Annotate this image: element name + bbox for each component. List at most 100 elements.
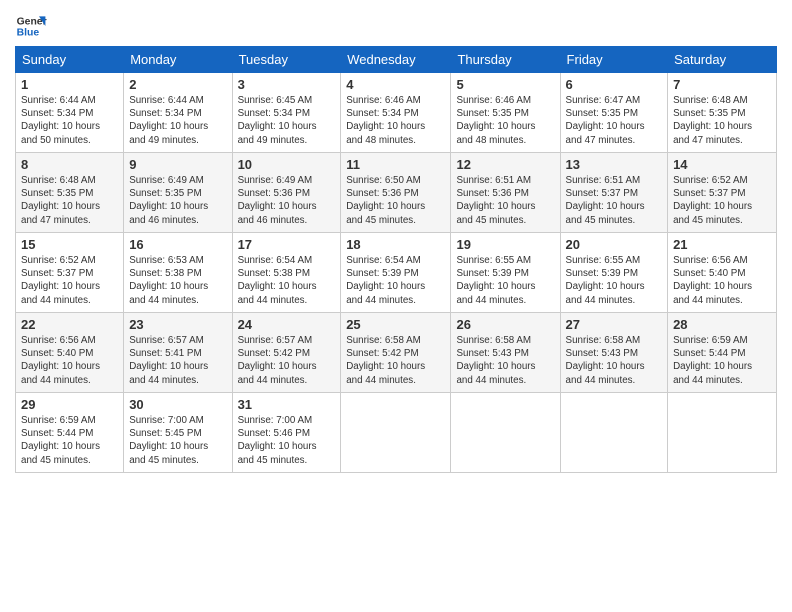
day-number: 2 — [129, 77, 226, 92]
day-number: 12 — [456, 157, 554, 172]
day-number: 15 — [21, 237, 118, 252]
day-info: Sunrise: 6:59 AM Sunset: 5:44 PM Dayligh… — [21, 414, 118, 467]
day-info: Sunrise: 6:55 AM Sunset: 5:39 PM Dayligh… — [456, 254, 554, 307]
calendar-day-cell — [668, 393, 777, 473]
calendar-day-cell: 31 Sunrise: 7:00 AM Sunset: 5:46 PM Dayli… — [232, 393, 341, 473]
day-number: 26 — [456, 317, 554, 332]
calendar-day-cell: 29Sunrise: 6:59 AM Sunset: 5:44 PM Dayli… — [16, 393, 124, 473]
day-number: 11 — [346, 157, 445, 172]
day-number: 24 — [238, 317, 336, 332]
day-number: 25 — [346, 317, 445, 332]
calendar-day-cell: 25 Sunrise: 6:58 AM Sunset: 5:42 PM Dayli… — [341, 313, 451, 393]
day-number: 23 — [129, 317, 226, 332]
calendar-day-cell: 1Sunrise: 6:44 AM Sunset: 5:34 PM Daylig… — [16, 73, 124, 153]
calendar-header-cell: Thursday — [451, 47, 560, 73]
calendar-day-cell: 10 Sunrise: 6:49 AM Sunset: 5:36 PM Dayli… — [232, 153, 341, 233]
day-info: Sunrise: 6:54 AM Sunset: 5:38 PM Dayligh… — [238, 254, 336, 307]
day-number: 30 — [129, 397, 226, 412]
calendar-week-row: 15 Sunrise: 6:52 AM Sunset: 5:37 PM Dayli… — [16, 233, 777, 313]
calendar-day-cell: 9 Sunrise: 6:49 AM Sunset: 5:35 PM Daylig… — [124, 153, 232, 233]
day-info: Sunrise: 6:46 AM Sunset: 5:34 PM Dayligh… — [346, 94, 445, 147]
calendar-week-row: 22 Sunrise: 6:56 AM Sunset: 5:40 PM Dayli… — [16, 313, 777, 393]
day-info: Sunrise: 6:49 AM Sunset: 5:36 PM Dayligh… — [238, 174, 336, 227]
day-info: Sunrise: 6:56 AM Sunset: 5:40 PM Dayligh… — [21, 334, 118, 387]
calendar-day-cell: 19 Sunrise: 6:55 AM Sunset: 5:39 PM Dayli… — [451, 233, 560, 313]
day-number: 4 — [346, 77, 445, 92]
day-info: Sunrise: 6:58 AM Sunset: 5:43 PM Dayligh… — [566, 334, 663, 387]
calendar-day-cell: 17Sunrise: 6:54 AM Sunset: 5:38 PM Dayli… — [232, 233, 341, 313]
calendar-day-cell: 5 Sunrise: 6:46 AM Sunset: 5:35 PM Daylig… — [451, 73, 560, 153]
calendar-day-cell: 28 Sunrise: 6:59 AM Sunset: 5:44 PM Dayli… — [668, 313, 777, 393]
calendar-week-row: 29Sunrise: 6:59 AM Sunset: 5:44 PM Dayli… — [16, 393, 777, 473]
day-number: 10 — [238, 157, 336, 172]
calendar-day-cell: 8 Sunrise: 6:48 AM Sunset: 5:35 PM Daylig… — [16, 153, 124, 233]
calendar-day-cell: 27 Sunrise: 6:58 AM Sunset: 5:43 PM Dayli… — [560, 313, 668, 393]
calendar-header-cell: Wednesday — [341, 47, 451, 73]
day-number: 22 — [21, 317, 118, 332]
day-number: 16 — [129, 237, 226, 252]
day-info: Sunrise: 6:47 AM Sunset: 5:35 PM Dayligh… — [566, 94, 663, 147]
calendar-day-cell: 15 Sunrise: 6:52 AM Sunset: 5:37 PM Dayli… — [16, 233, 124, 313]
day-number: 18 — [346, 237, 445, 252]
day-number: 5 — [456, 77, 554, 92]
calendar-day-cell: 3Sunrise: 6:45 AM Sunset: 5:34 PM Daylig… — [232, 73, 341, 153]
calendar-day-cell: 13Sunrise: 6:51 AM Sunset: 5:37 PM Dayli… — [560, 153, 668, 233]
day-info: Sunrise: 6:57 AM Sunset: 5:42 PM Dayligh… — [238, 334, 336, 387]
calendar-day-cell: 14Sunrise: 6:52 AM Sunset: 5:37 PM Dayli… — [668, 153, 777, 233]
page-container: General Blue SundayMondayTuesdayWednesda… — [0, 0, 792, 478]
day-info: Sunrise: 7:00 AM Sunset: 5:45 PM Dayligh… — [129, 414, 226, 467]
day-info: Sunrise: 6:48 AM Sunset: 5:35 PM Dayligh… — [21, 174, 118, 227]
day-info: Sunrise: 6:52 AM Sunset: 5:37 PM Dayligh… — [21, 254, 118, 307]
header: General Blue — [15, 10, 777, 42]
calendar-day-cell: 24 Sunrise: 6:57 AM Sunset: 5:42 PM Dayli… — [232, 313, 341, 393]
day-info: Sunrise: 6:57 AM Sunset: 5:41 PM Dayligh… — [129, 334, 226, 387]
day-info: Sunrise: 6:55 AM Sunset: 5:39 PM Dayligh… — [566, 254, 663, 307]
calendar-header-cell: Monday — [124, 47, 232, 73]
day-info: Sunrise: 6:59 AM Sunset: 5:44 PM Dayligh… — [673, 334, 771, 387]
day-info: Sunrise: 6:53 AM Sunset: 5:38 PM Dayligh… — [129, 254, 226, 307]
calendar-week-row: 8 Sunrise: 6:48 AM Sunset: 5:35 PM Daylig… — [16, 153, 777, 233]
day-number: 28 — [673, 317, 771, 332]
day-info: Sunrise: 6:49 AM Sunset: 5:35 PM Dayligh… — [129, 174, 226, 227]
day-info: Sunrise: 6:52 AM Sunset: 5:37 PM Dayligh… — [673, 174, 771, 227]
day-number: 21 — [673, 237, 771, 252]
day-info: Sunrise: 6:46 AM Sunset: 5:35 PM Dayligh… — [456, 94, 554, 147]
calendar-day-cell: 21 Sunrise: 6:56 AM Sunset: 5:40 PM Dayli… — [668, 233, 777, 313]
calendar-day-cell: 4 Sunrise: 6:46 AM Sunset: 5:34 PM Daylig… — [341, 73, 451, 153]
calendar-day-cell: 18 Sunrise: 6:54 AM Sunset: 5:39 PM Dayli… — [341, 233, 451, 313]
day-info: Sunrise: 6:50 AM Sunset: 5:36 PM Dayligh… — [346, 174, 445, 227]
calendar-day-cell — [451, 393, 560, 473]
calendar-table: SundayMondayTuesdayWednesdayThursdayFrid… — [15, 46, 777, 473]
day-number: 9 — [129, 157, 226, 172]
calendar-day-cell: 30 Sunrise: 7:00 AM Sunset: 5:45 PM Dayli… — [124, 393, 232, 473]
day-number: 8 — [21, 157, 118, 172]
day-number: 6 — [566, 77, 663, 92]
day-number: 20 — [566, 237, 663, 252]
day-number: 19 — [456, 237, 554, 252]
day-number: 27 — [566, 317, 663, 332]
day-info: Sunrise: 6:56 AM Sunset: 5:40 PM Dayligh… — [673, 254, 771, 307]
calendar-day-cell — [560, 393, 668, 473]
calendar-day-cell: 7Sunrise: 6:48 AM Sunset: 5:35 PM Daylig… — [668, 73, 777, 153]
day-info: Sunrise: 6:58 AM Sunset: 5:42 PM Dayligh… — [346, 334, 445, 387]
calendar-day-cell: 23 Sunrise: 6:57 AM Sunset: 5:41 PM Dayli… — [124, 313, 232, 393]
calendar-header-cell: Saturday — [668, 47, 777, 73]
day-info: Sunrise: 6:44 AM Sunset: 5:34 PM Dayligh… — [129, 94, 226, 147]
day-info: Sunrise: 6:44 AM Sunset: 5:34 PM Dayligh… — [21, 94, 118, 147]
day-info: Sunrise: 6:51 AM Sunset: 5:37 PM Dayligh… — [566, 174, 663, 227]
calendar-header-cell: Sunday — [16, 47, 124, 73]
day-info: Sunrise: 6:51 AM Sunset: 5:36 PM Dayligh… — [456, 174, 554, 227]
calendar-header-cell: Tuesday — [232, 47, 341, 73]
day-info: Sunrise: 7:00 AM Sunset: 5:46 PM Dayligh… — [238, 414, 336, 467]
calendar-header-cell: Friday — [560, 47, 668, 73]
calendar-day-cell: 22 Sunrise: 6:56 AM Sunset: 5:40 PM Dayli… — [16, 313, 124, 393]
calendar-day-cell — [341, 393, 451, 473]
day-info: Sunrise: 6:54 AM Sunset: 5:39 PM Dayligh… — [346, 254, 445, 307]
calendar-day-cell: 11 Sunrise: 6:50 AM Sunset: 5:36 PM Dayli… — [341, 153, 451, 233]
logo: General Blue — [15, 10, 47, 42]
calendar-day-cell: 26Sunrise: 6:58 AM Sunset: 5:43 PM Dayli… — [451, 313, 560, 393]
day-number: 7 — [673, 77, 771, 92]
day-info: Sunrise: 6:45 AM Sunset: 5:34 PM Dayligh… — [238, 94, 336, 147]
day-number: 31 — [238, 397, 336, 412]
calendar-day-cell: 12 Sunrise: 6:51 AM Sunset: 5:36 PM Dayli… — [451, 153, 560, 233]
